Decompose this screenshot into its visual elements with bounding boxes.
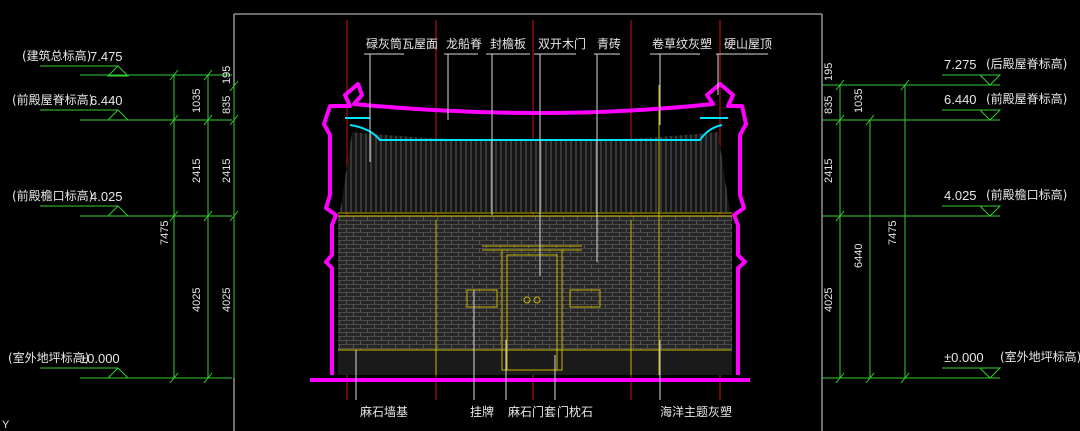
dim-left-outer-total: 7475 [159, 221, 171, 245]
label-roll-grass-plaster: 卷草纹灰塑 [652, 36, 712, 51]
left-level-text: (前殿屋脊标高) [12, 92, 93, 107]
right-level-text: (前殿屋脊标高) [986, 91, 1067, 106]
dim-left-inner-top-a: 195 [221, 66, 233, 84]
right-dimensions [822, 74, 1002, 384]
label-stone-door-frame: 麻石门套 [508, 404, 556, 419]
right-level-value: 7.275 [944, 57, 977, 72]
right-level-value: 4.025 [944, 188, 977, 203]
label-stone-wall-base: 麻石墙基 [360, 404, 408, 419]
label-ocean-theme-plaster: 海洋主题灰塑 [660, 404, 732, 419]
label-eave-board: 封檐板 [490, 37, 526, 51]
dim-right-inner-top-b: 835 [823, 96, 835, 114]
dim-left-inner-lower: 4025 [221, 288, 233, 312]
dim-right-mid-total: 6440 [853, 244, 865, 268]
tile-roof [340, 132, 730, 212]
left-level-value: 4.025 [90, 189, 123, 204]
right-level-value: ±0.000 [944, 350, 984, 365]
left-level-value: 6.440 [90, 93, 123, 108]
label-plaque: 挂牌 [470, 405, 494, 419]
label-dragon-boat-ridge: 龙船脊 [446, 37, 482, 51]
label-blue-brick: 青砖 [597, 36, 621, 51]
brick-wall [338, 215, 732, 350]
dim-left-outer-lower: 4025 [191, 288, 203, 312]
dim-right-outer-total: 7475 [887, 221, 899, 245]
left-level-value: 7.475 [90, 49, 123, 64]
left-level-text: (室外地坪标高) [8, 350, 89, 365]
right-level-text: (后殿屋脊标高) [986, 56, 1067, 71]
stone-base [338, 350, 732, 375]
left-level-value: ±0.000 [80, 351, 120, 366]
right-level-value: 6.440 [944, 92, 977, 107]
right-level-text: (前殿檐口标高) [986, 187, 1067, 202]
dim-right-inner-lower: 4025 [823, 288, 835, 312]
dim-left-inner-upper: 2415 [221, 159, 233, 183]
left-level-text: (建筑总标高) [22, 48, 91, 63]
left-level-text: (前殿檐口标高) [12, 188, 93, 203]
dim-right-inner-top-a: 195 [823, 63, 835, 81]
right-level-text: (室外地坪标高) [1000, 349, 1080, 364]
dim-left-inner-top-b: 835 [221, 96, 233, 114]
dim-right-inner-upper: 2415 [823, 159, 835, 183]
ucs-marker: Y [2, 419, 10, 431]
left-dimensions [40, 65, 239, 384]
dim-left-outer-top: 1035 [191, 89, 203, 113]
label-double-door: 双开木门 [538, 36, 586, 51]
elevation-drawing: 碌灰筒瓦屋面 龙船脊 封檐板 双开木门 青砖 卷草纹灰塑 硬山屋顶 麻石墙基 挂… [2, 13, 1080, 431]
roof-eave-line [338, 212, 732, 217]
dim-right-mid-top: 1035 [853, 89, 865, 113]
label-gable-roof: 硬山屋顶 [724, 37, 772, 51]
label-clay-tile-roof: 碌灰筒瓦屋面 [366, 36, 438, 51]
cad-drawing-canvas: 碌灰筒瓦屋面 龙船脊 封檐板 双开木门 青砖 卷草纹灰塑 硬山屋顶 麻石墙基 挂… [0, 0, 1080, 431]
label-door-pillow-stone: 门枕石 [557, 404, 593, 419]
dim-left-outer-upper: 2415 [191, 159, 203, 183]
